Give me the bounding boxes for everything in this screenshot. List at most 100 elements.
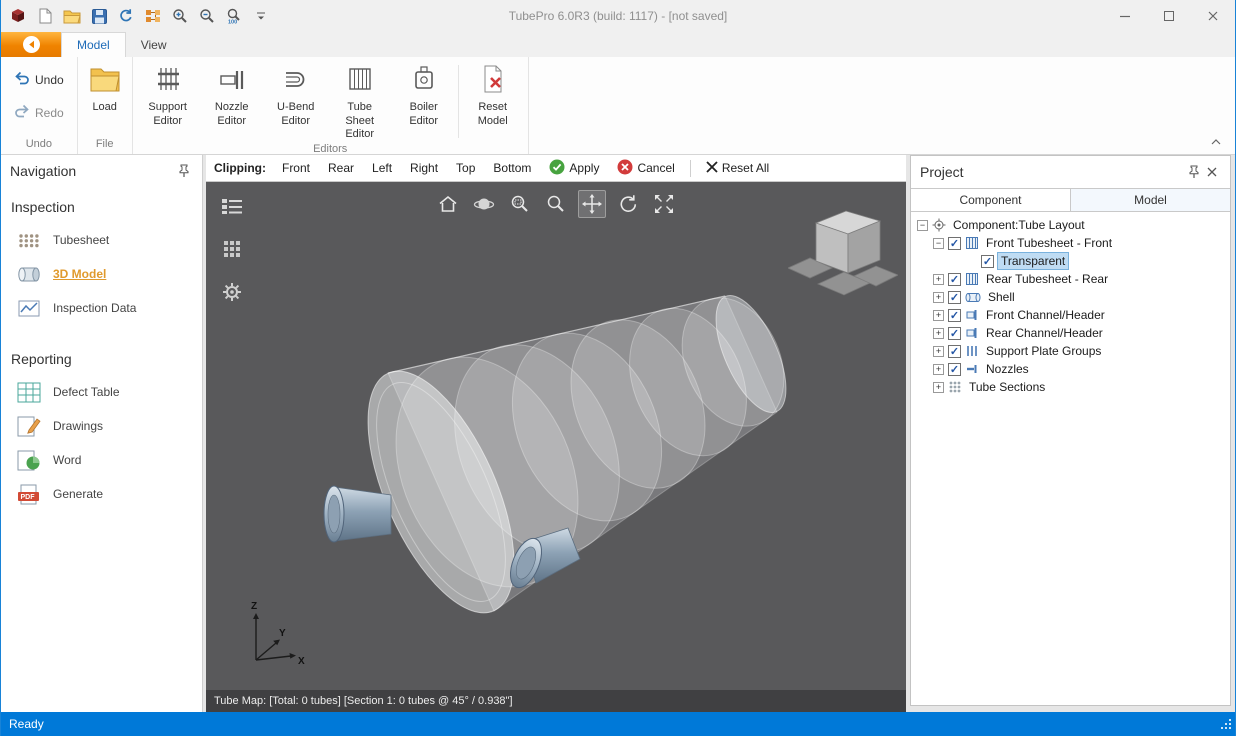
checkbox-checked-icon[interactable] xyxy=(948,327,961,340)
redo-button[interactable]: Redo xyxy=(10,102,68,123)
fit-view-icon[interactable] xyxy=(650,190,678,218)
tree-item-shell[interactable]: Shell xyxy=(911,288,1230,306)
tree-item-label: Tube Sections xyxy=(966,379,1048,395)
view-cube[interactable] xyxy=(788,206,898,301)
resize-grip-icon[interactable] xyxy=(1220,718,1233,734)
clip-right-button[interactable]: Right xyxy=(402,158,446,178)
axis-y-label: Y xyxy=(279,628,286,639)
tube-sheet-editor-button[interactable]: Tube Sheet Editor xyxy=(328,61,392,142)
nozzle-tree-icon xyxy=(965,362,979,376)
expand-icon[interactable] xyxy=(933,274,944,285)
refresh-icon[interactable] xyxy=(113,4,139,28)
back-arrow-icon xyxy=(23,36,40,53)
nav-item-defect-table[interactable]: Defect Table xyxy=(1,375,202,409)
tab-component[interactable]: Component xyxy=(911,189,1070,211)
close-panel-icon[interactable] xyxy=(1203,163,1221,181)
rotate-icon[interactable] xyxy=(614,190,642,218)
3d-viewport[interactable]: Z Y X xyxy=(206,182,906,690)
app-logo-icon[interactable] xyxy=(5,4,31,28)
nav-item-label: Tubesheet xyxy=(53,233,109,247)
clip-bottom-button[interactable]: Bottom xyxy=(485,158,539,178)
checkbox-checked-icon[interactable] xyxy=(948,291,961,304)
tree-item-nozzles[interactable]: Nozzles xyxy=(911,360,1230,378)
expand-icon[interactable] xyxy=(933,346,944,357)
settings-gear-icon[interactable] xyxy=(218,278,246,306)
checkbox-checked-icon[interactable] xyxy=(948,363,961,376)
u-bend-editor-label: U-Bend Editor xyxy=(268,101,324,129)
undo-button[interactable]: Undo xyxy=(10,69,68,90)
u-bend-editor-button[interactable]: U-Bend Editor xyxy=(264,61,328,128)
nav-item-label: Defect Table xyxy=(53,385,120,399)
tree-item-support-plates[interactable]: Support Plate Groups xyxy=(911,342,1230,360)
save-icon[interactable] xyxy=(86,4,112,28)
pan-icon[interactable] xyxy=(578,190,606,218)
zoom-window-icon[interactable] xyxy=(506,190,534,218)
expand-icon[interactable] xyxy=(933,364,944,375)
clip-top-button[interactable]: Top xyxy=(448,158,483,178)
zoom-in-icon[interactable] xyxy=(167,4,193,28)
checkbox-checked-icon[interactable] xyxy=(948,237,961,250)
tree-item-label: Front Tubesheet - Front xyxy=(983,235,1115,251)
navigation-panel-title: Navigation xyxy=(10,163,175,179)
expand-icon[interactable] xyxy=(933,328,944,339)
checkbox-checked-icon[interactable] xyxy=(948,345,961,358)
tube-sections-tree-icon xyxy=(948,380,962,394)
expand-icon[interactable] xyxy=(933,310,944,321)
tree-item-front-channel[interactable]: Front Channel/Header xyxy=(911,306,1230,324)
expand-icon[interactable] xyxy=(933,292,944,303)
maximize-button[interactable] xyxy=(1147,1,1191,32)
expand-icon[interactable] xyxy=(933,382,944,393)
reset-all-button[interactable]: Reset All xyxy=(698,159,777,178)
minimize-button[interactable] xyxy=(1103,1,1147,32)
checkbox-checked-icon[interactable] xyxy=(981,255,994,268)
tree-item-rear-channel[interactable]: Rear Channel/Header xyxy=(911,324,1230,342)
clip-rear-button[interactable]: Rear xyxy=(320,158,362,178)
nav-item-3d-model[interactable]: 3D Model xyxy=(1,257,202,291)
clip-left-button[interactable]: Left xyxy=(364,158,400,178)
qat-customize-icon[interactable] xyxy=(248,4,274,28)
collapse-icon[interactable] xyxy=(917,220,928,231)
app-menu-button[interactable] xyxy=(1,32,61,57)
zoom-100-icon[interactable]: 100 xyxy=(221,4,247,28)
tab-model-tree[interactable]: Model xyxy=(1070,189,1230,211)
tube-layout-icon[interactable] xyxy=(140,4,166,28)
tree-item-component[interactable]: Component:Tube Layout xyxy=(911,216,1230,234)
legend-list-icon[interactable] xyxy=(218,192,246,220)
nozzle-editor-button[interactable]: Nozzle Editor xyxy=(200,61,264,128)
zoom-icon[interactable] xyxy=(542,190,570,218)
tab-view[interactable]: View xyxy=(126,32,182,57)
tree-item-rear-tubesheet[interactable]: Rear Tubesheet - Rear xyxy=(911,270,1230,288)
nav-item-generate[interactable]: PDF Generate xyxy=(1,477,202,511)
new-document-icon[interactable] xyxy=(32,4,58,28)
checkbox-checked-icon[interactable] xyxy=(948,273,961,286)
zoom-out-icon[interactable] xyxy=(194,4,220,28)
cancel-button[interactable]: Cancel xyxy=(609,157,682,180)
checkbox-checked-icon[interactable] xyxy=(948,309,961,322)
open-file-icon[interactable] xyxy=(59,4,85,28)
tree-item-front-tubesheet[interactable]: Front Tubesheet - Front xyxy=(911,234,1230,252)
boiler-editor-button[interactable]: Boiler Editor xyxy=(392,61,456,128)
tree-item-transparent[interactable]: Transparent xyxy=(911,252,1230,270)
nav-item-word[interactable]: Word xyxy=(1,443,202,477)
nav-item-drawings[interactable]: Drawings xyxy=(1,409,202,443)
toolbar-separator xyxy=(690,160,691,177)
tube-grid-icon[interactable] xyxy=(218,235,246,263)
ribbon-group-file: Load File xyxy=(78,57,133,154)
support-editor-button[interactable]: Support Editor xyxy=(136,61,200,128)
home-view-icon[interactable] xyxy=(434,190,462,218)
nav-item-tubesheet[interactable]: Tubesheet xyxy=(1,223,202,257)
apply-button[interactable]: Apply xyxy=(541,157,607,180)
tree-item-tube-sections[interactable]: Tube Sections xyxy=(911,378,1230,396)
collapse-ribbon-icon[interactable] xyxy=(1207,135,1225,149)
nav-item-inspection-data[interactable]: Inspection Data xyxy=(1,291,202,325)
apply-label: Apply xyxy=(569,161,599,175)
close-button[interactable] xyxy=(1191,1,1235,32)
tab-model[interactable]: Model xyxy=(61,32,126,57)
pin-icon[interactable] xyxy=(1185,163,1203,181)
collapse-icon[interactable] xyxy=(933,238,944,249)
clip-front-button[interactable]: Front xyxy=(274,158,318,178)
reset-model-button[interactable]: Reset Model xyxy=(461,61,525,128)
pin-icon[interactable] xyxy=(175,162,193,180)
load-button[interactable]: Load xyxy=(81,61,129,115)
orbit-icon[interactable] xyxy=(470,190,498,218)
